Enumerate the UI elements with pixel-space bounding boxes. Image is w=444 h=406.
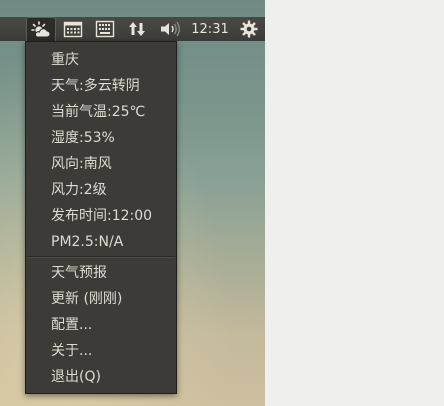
clock[interactable]: 12:31 <box>188 17 232 41</box>
keyboard-layout-icon <box>95 20 115 38</box>
gear-icon <box>240 20 258 38</box>
menu-item-refresh[interactable]: 更新 (刚刚) <box>26 286 176 312</box>
network-updown-icon <box>129 22 145 36</box>
menu-item-quit[interactable]: 退出(Q) <box>26 364 176 390</box>
menu-item-pm25[interactable]: PM2.5:N/A <box>26 229 176 255</box>
network-indicator[interactable] <box>124 17 150 41</box>
menu-item-wind-direction[interactable]: 风向:南风 <box>26 151 176 177</box>
menu-item-forecast[interactable]: 天气预报 <box>26 260 176 286</box>
top-panel: 12:31 <box>0 17 265 41</box>
menu-item-wind-force[interactable]: 风力:2级 <box>26 177 176 203</box>
volume-icon <box>161 21 180 37</box>
menu-item-temperature[interactable]: 当前气温:25℃ <box>26 99 176 125</box>
calendar-indicator[interactable] <box>60 17 86 41</box>
sound-indicator[interactable] <box>156 17 184 41</box>
menu-separator <box>27 256 175 258</box>
calendar-icon <box>63 21 83 38</box>
menu-item-weather[interactable]: 天气:多云转阴 <box>26 73 176 99</box>
weather-indicator[interactable] <box>26 17 56 41</box>
menu-item-publish-time[interactable]: 发布时间:12:00 <box>26 203 176 229</box>
menu-item-humidity[interactable]: 湿度:53% <box>26 125 176 151</box>
weather-sun-cloud-icon <box>31 20 51 37</box>
menu-item-about[interactable]: 关于... <box>26 338 176 364</box>
menu-item-preferences[interactable]: 配置... <box>26 312 176 338</box>
session-indicator[interactable] <box>236 17 262 41</box>
keyboard-indicator[interactable] <box>92 17 118 41</box>
menu-item-city[interactable]: 重庆 <box>26 47 176 73</box>
weather-dropdown-menu: 重庆 天气:多云转阴 当前气温:25℃ 湿度:53% 风向:南风 风力:2级 发… <box>25 41 177 394</box>
